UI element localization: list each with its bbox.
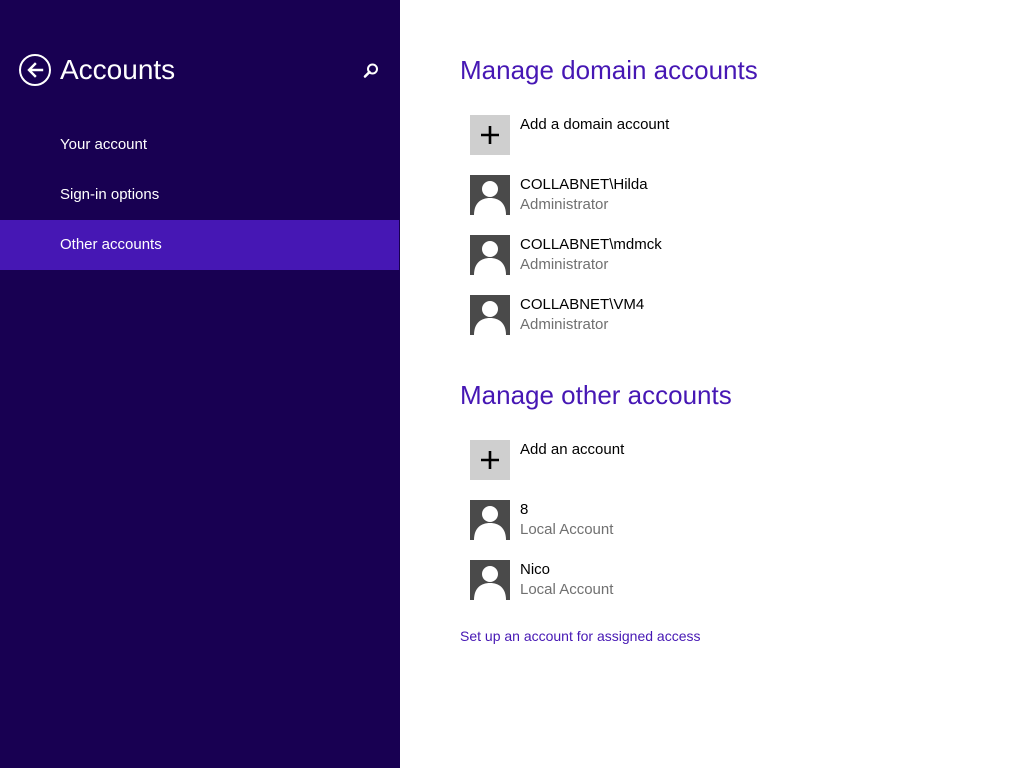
page-title: Accounts: [60, 54, 176, 85]
sidebar-item-label: Other accounts: [60, 236, 162, 253]
account-role: Local Account: [520, 581, 614, 598]
account-name: 8: [520, 501, 529, 518]
account-role: Administrator: [520, 256, 609, 273]
back-button[interactable]: [19, 54, 51, 86]
search-button[interactable]: [360, 60, 382, 82]
plus-icon: [481, 451, 499, 469]
user-icon: [474, 181, 506, 215]
account-row-8[interactable]: 8 Local Account: [470, 500, 613, 542]
account-role: Local Account: [520, 521, 614, 538]
add-tile: [470, 115, 510, 155]
back-arrow-icon: [27, 62, 44, 78]
account-role: Administrator: [520, 316, 609, 333]
search-icon: [363, 63, 378, 78]
user-icon: [474, 301, 506, 335]
avatar: [470, 560, 510, 600]
sidebar: Accounts Your account Sign-in options Ot…: [0, 0, 400, 768]
account-row-hilda[interactable]: COLLABNET\Hilda Administrator: [470, 175, 648, 217]
user-icon: [474, 506, 506, 540]
account-name: COLLABNET\VM4: [520, 296, 645, 313]
add-account-label: Add an account: [520, 441, 625, 458]
avatar: [470, 500, 510, 540]
domain-section-title: Manage domain accounts: [460, 55, 758, 85]
other-section-title: Manage other accounts: [460, 380, 732, 410]
add-tile: [470, 440, 510, 480]
sidebar-item-other-accounts[interactable]: Other accounts: [0, 220, 399, 270]
assigned-access-link[interactable]: Set up an account for assigned access: [460, 626, 700, 646]
account-name: Nico: [520, 561, 551, 578]
add-domain-account-label: Add a domain account: [520, 116, 670, 133]
sidebar-item-label: Your account: [60, 136, 148, 153]
avatar: [470, 235, 510, 275]
add-domain-account-button[interactable]: Add a domain account: [470, 115, 669, 157]
account-row-mdmck[interactable]: COLLABNET\mdmck Administrator: [470, 235, 662, 277]
user-icon: [474, 566, 506, 600]
user-icon: [474, 241, 506, 275]
sidebar-item-your-account[interactable]: Your account: [0, 120, 399, 170]
account-name: COLLABNET\mdmck: [520, 236, 662, 253]
add-account-button[interactable]: Add an account: [470, 440, 624, 482]
sidebar-item-sign-in-options[interactable]: Sign-in options: [0, 170, 399, 220]
plus-icon: [481, 126, 499, 144]
sidebar-item-label: Sign-in options: [60, 186, 160, 203]
avatar: [470, 175, 510, 215]
account-row-nico[interactable]: Nico Local Account: [470, 560, 613, 602]
account-role: Administrator: [520, 196, 609, 213]
account-row-vm4[interactable]: COLLABNET\VM4 Administrator: [470, 295, 644, 337]
main-content: Manage domain accounts Add a domain acco…: [400, 0, 1024, 768]
account-name: COLLABNET\Hilda: [520, 176, 648, 193]
avatar: [470, 295, 510, 335]
